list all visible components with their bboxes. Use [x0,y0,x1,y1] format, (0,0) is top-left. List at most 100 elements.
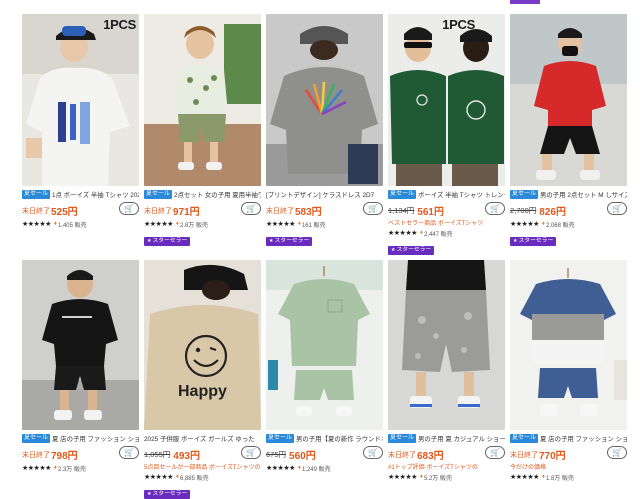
product-card[interactable]: 夏セール 男の子用 夏 カジュアル ショートパンツ 韓国 末日終了 683円 🛒… [388,260,505,490]
star-seller-badge: ★ スターセラー [144,490,191,499]
original-price: 1,134円 [388,206,415,215]
product-title[interactable]: 2点セット 女の子用 夏用半袖ワンピース [174,190,261,199]
sale-tag: 夏セール [22,434,51,443]
product-title[interactable]: 2025 子供服 ボーイズ ガールズ ゆった [144,434,255,443]
product-image[interactable]: 1PCS [22,14,139,186]
star-rating: ★★★★★ [388,230,417,237]
product-title-line[interactable]: 夏セール 2点セット 女の子用 夏用半袖ワンピース [144,189,261,200]
product-title[interactable]: 男の子用【夏の新作 ラウンドネック半袖 [296,434,383,443]
product-image[interactable] [510,260,627,430]
product-card[interactable]: [プリントデザイン] ケラスドレス 2D7 末日終了 583円 🛒 ★★★★★ … [266,14,383,246]
product-photo [510,260,627,430]
product-image[interactable] [266,14,383,186]
price-prefix: 末日終了 [266,207,294,215]
add-to-cart-button[interactable]: 🛒 [119,202,139,215]
cart-icon: 🛒 [490,204,500,213]
product-card[interactable]: 1PCS 夏セール ボーイズ 半袖 Tシャツ トレンディ パー 1,134円 5… [388,14,505,255]
product-price: 583円 [295,207,322,218]
product-image[interactable] [266,260,383,430]
product-title-line[interactable]: 夏セール 夏 店の子用 ファッション ショーツ セッ [510,433,627,444]
product-price: 770円 [539,451,566,462]
price-prefix: 末日終了 [388,451,416,459]
flame-icon: ♦ [53,221,57,227]
original-price: 1,055円 [144,450,171,459]
product-title[interactable]: 夏 店の子用 ファッション ショーツ セッ [540,434,627,443]
product-title-line[interactable]: 夏セール 男の子用 2点セット M しサイズ 夏用 [510,189,627,200]
product-card[interactable]: 夏セール 男の子用【夏の新作 ラウンドネック半袖 675円 560円 🛒 ★★★… [266,260,383,490]
cart-icon: 🛒 [246,448,256,457]
overlay-label: 1PCS [442,17,475,32]
star-seller-badge: ★ スターセラー [144,237,191,246]
promo-note: 5点目セールが一部商品 ボーイズTシャツの [144,465,261,470]
add-to-cart-button[interactable]: 🛒 [485,202,505,215]
star-rating: ★★★★★ [22,221,51,228]
product-photo [22,14,139,186]
sold-count: 2.8万 販売 [179,222,208,229]
flame-icon: ♦ [541,474,545,480]
add-to-cart-button[interactable]: 🛒 [607,202,627,215]
product-title[interactable]: 男の子用 夏 カジュアル ショートパンツ 韓国 [418,434,505,443]
rating-line: ★★★★★ ♦ 1,405 販売 [22,219,139,229]
product-photo [266,260,383,430]
product-price: 826円 [539,207,566,218]
add-to-cart-button[interactable]: 🛒 [119,446,139,459]
product-card[interactable]: 夏セール 夏 店の子用 ファッション ショーツ セッ 末日終了 798円 🛒 ★… [22,260,139,490]
add-to-cart-button[interactable]: 🛒 [363,202,383,215]
rating-line: ★★★★★ ♦ 6,885 販売 [144,472,261,482]
product-price: 493円 [173,451,200,462]
product-image[interactable]: Happy [144,260,261,430]
star-seller-badge: ★ スターセラー [510,237,557,246]
product-title-line[interactable]: 夏セール 男の子用【夏の新作 ラウンドネック半袖 [266,433,383,444]
seller-star-icon: ★ [391,247,396,253]
add-to-cart-button[interactable]: 🛒 [241,446,261,459]
product-title-line[interactable]: 夏セール 1点 ボーイズ 半袖 Tシャツ 2026 トレンディ [22,189,139,200]
product-image[interactable]: 1PCS [388,14,505,186]
product-title[interactable]: 1点 ボーイズ 半袖 Tシャツ 2026 トレンディ [52,190,139,199]
star-rating: ★★★★★ [510,474,539,481]
promo-note: 今だけの価格 [510,465,547,470]
product-image[interactable] [144,14,261,186]
rating-line: ★★★★★ ♦ 5.2万 販売 [388,472,505,482]
product-card[interactable]: 夏セール 夏 店の子用 ファッション ショーツ セッ 末日終了 770円 🛒 今… [510,260,627,490]
product-title-line[interactable]: 夏セール ボーイズ 半袖 Tシャツ トレンディ パー [388,189,505,200]
product-title[interactable]: ボーイズ 半袖 Tシャツ トレンディ パー [418,190,505,199]
product-title[interactable]: 男の子用 2点セット M しサイズ 夏用 [540,190,627,199]
product-title-line[interactable]: 2025 子供服 ボーイズ ガールズ ゆった [144,433,261,444]
product-title-line[interactable]: 夏セール 夏 店の子用 ファッション ショーツ セッ [22,433,139,444]
product-card[interactable]: 夏セール 2点セット 女の子用 夏用半袖ワンピース 末日終了 971円 🛒 ★★… [144,14,261,246]
rating-line: ★★★★★ ♦ 2.3万 販売 [22,463,139,473]
product-image[interactable] [510,14,627,186]
add-to-cart-button[interactable]: 🛒 [607,446,627,459]
product-image[interactable] [388,260,505,430]
add-to-cart-button[interactable]: 🛒 [241,202,261,215]
promo-note: ベストセラー商品 ボーイズTシャツ [388,221,484,226]
top-strip [0,0,640,12]
product-title[interactable]: 夏 店の子用 ファッション ショーツ セッ [52,434,139,443]
product-photo: Happy [144,260,261,430]
product-card[interactable]: 1PCS 夏セール 1点 ボーイズ 半袖 Tシャツ 2026 トレンディ 末日終… [22,14,139,244]
product-photo [22,260,139,430]
flame-icon: ♦ [175,474,179,480]
sale-tag: 夏セール [510,190,539,199]
product-card[interactable]: 夏セール 男の子用 2点セット M しサイズ 夏用 2,700円 826円 🛒 … [510,14,627,246]
product-title-line[interactable]: [プリントデザイン] ケラスドレス 2D7 [266,189,383,200]
add-to-cart-button[interactable]: 🛒 [485,446,505,459]
sold-count: 161 販売 [301,222,326,229]
add-to-cart-button[interactable]: 🛒 [363,446,383,459]
seller-label: スターセラー [518,238,554,244]
product-title[interactable]: [プリントデザイン] ケラスドレス 2D7 [266,190,374,199]
cart-icon: 🛒 [612,204,622,213]
seller-star-icon: ★ [147,238,152,244]
product-price: 971円 [173,207,200,218]
product-image[interactable] [22,260,139,430]
price-prefix: 末日終了 [22,451,50,459]
sale-tag: 夏セール [388,190,417,199]
sold-count: 6,885 販売 [179,475,209,482]
star-seller-badge: ★ スターセラー [266,237,313,246]
cart-icon: 🛒 [124,204,134,213]
product-photo [388,260,505,430]
seller-label: スターセラー [274,238,310,244]
product-title-line[interactable]: 夏セール 男の子用 夏 カジュアル ショートパンツ 韓国 [388,433,505,444]
sold-count: 2.3万 販売 [57,466,86,473]
product-card[interactable]: Happy 2025 子供服 ボーイズ ガールズ ゆった 1,055円 493円… [144,260,261,499]
